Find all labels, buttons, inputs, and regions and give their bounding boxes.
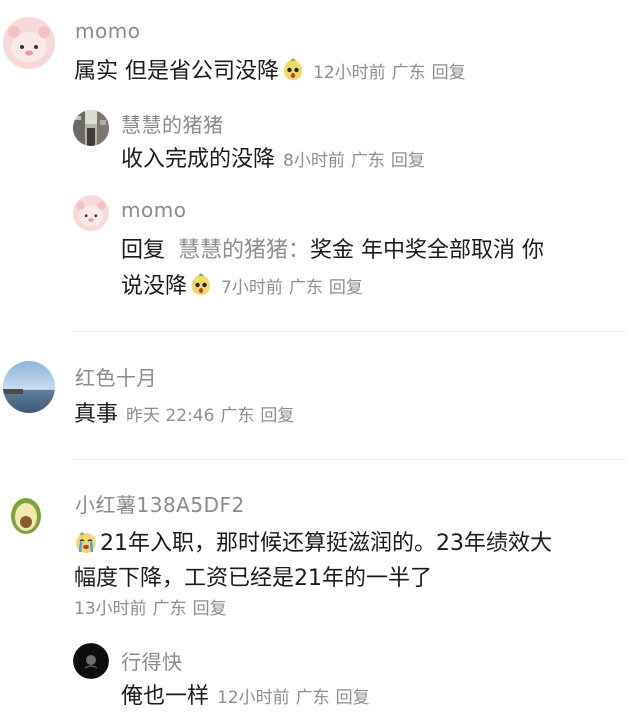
reply-button[interactable]: 回复 (193, 599, 227, 619)
comment-time: 13小时前 (74, 599, 147, 619)
black-avatar-icon[interactable] (73, 643, 109, 679)
shocked-bean-emoji-icon (189, 273, 213, 297)
sky-photo-avatar-icon[interactable] (3, 361, 55, 413)
reply-text-line2: 说没降 (121, 274, 188, 299)
reply-location: 广东 (288, 278, 323, 298)
reply-time: 8小时前 (283, 151, 345, 171)
reply-button[interactable]: 回复 (391, 151, 425, 171)
reply-body: 俺也一样 12小时前 广东 回复 (121, 679, 376, 716)
comment-author-name[interactable]: 红色十月 (75, 362, 157, 391)
reply-prefix: 回复 (121, 238, 166, 263)
reply-time: 7小时前 (221, 278, 283, 298)
comment-text-line2: 幅度下降，工资已经是21年的一半了 (74, 566, 432, 591)
reply-body: 收入完成的没降 8小时前 广东 回复 (121, 142, 431, 179)
pink-bear-avatar-icon[interactable] (73, 195, 109, 231)
reply-text-line1: 奖金 年中奖全部取消 你 (310, 238, 545, 263)
reply-time: 12小时前 (217, 688, 290, 708)
reply-location: 广东 (350, 151, 385, 171)
reply-meta: 12小时前 广东 回复 (217, 688, 376, 708)
reply-button[interactable]: 回复 (336, 688, 370, 708)
comment-thread: momo 属实 但是省公司没降 12小时前 广东 回复 慧慧的猪猪 收入完成的没… (0, 0, 628, 725)
comment-text-line1: 21年入职，那时候还算挺滋润的。23年绩效大 (100, 531, 552, 556)
reply-body-line2: 说没降 7小时前 广东 回复 (121, 269, 369, 306)
crying-face-emoji-icon (74, 530, 98, 554)
comment-body: 21年入职，那时候还算挺滋润的。23年绩效大 (74, 526, 552, 562)
comment-body: 真事 昨天 22:46 广东 回复 (74, 397, 300, 434)
comment-divider (73, 331, 628, 332)
comment-body: 属实 但是省公司没降 12小时前 广东 回复 (74, 54, 472, 91)
shocked-bean-emoji-icon (281, 58, 305, 82)
reply-meta: 8小时前 广东 回复 (283, 151, 431, 171)
comment-author-name[interactable]: 小红薯138A5DF2 (75, 489, 245, 518)
comment-text: 真事 (74, 402, 119, 427)
reply-author-name[interactable]: 行得快 (121, 646, 183, 675)
mention-link[interactable]: 慧慧的猪猪： (178, 238, 310, 263)
reply-author-name[interactable]: momo (121, 198, 186, 222)
reply-meta: 7小时前 广东 回复 (221, 278, 369, 298)
reply-button[interactable]: 回复 (432, 63, 466, 83)
street-photo-avatar-icon[interactable] (73, 110, 109, 146)
reply-location: 广东 (295, 688, 330, 708)
pink-bear-avatar-icon[interactable] (3, 17, 55, 69)
reply-text: 收入完成的没降 (121, 147, 276, 172)
reply-button[interactable]: 回复 (329, 278, 363, 298)
reply-text: 俺也一样 (121, 684, 210, 709)
avocado-avatar-icon[interactable] (6, 492, 46, 536)
comment-author-name[interactable]: momo (75, 19, 140, 43)
reply-author-name[interactable]: 慧慧的猪猪 (121, 109, 224, 138)
comment-time: 昨天 22:46 (126, 406, 215, 426)
comment-meta-row: 13小时前 广东 回复 (74, 592, 233, 625)
comment-divider (73, 459, 628, 460)
comment-location: 广东 (220, 406, 255, 426)
comment-location: 广东 (391, 63, 426, 83)
comment-meta: 12小时前 广东 回复 (313, 63, 472, 83)
comment-meta: 昨天 22:46 广东 回复 (126, 406, 300, 426)
comment-location: 广东 (152, 599, 187, 619)
comment-meta: 13小时前 广东 回复 (74, 599, 233, 619)
comment-text: 属实 但是省公司没降 (74, 59, 279, 84)
reply-body: 回复 慧慧的猪猪：奖金 年中奖全部取消 你 (121, 233, 544, 269)
comment-time: 12小时前 (313, 63, 386, 83)
reply-button[interactable]: 回复 (260, 406, 294, 426)
